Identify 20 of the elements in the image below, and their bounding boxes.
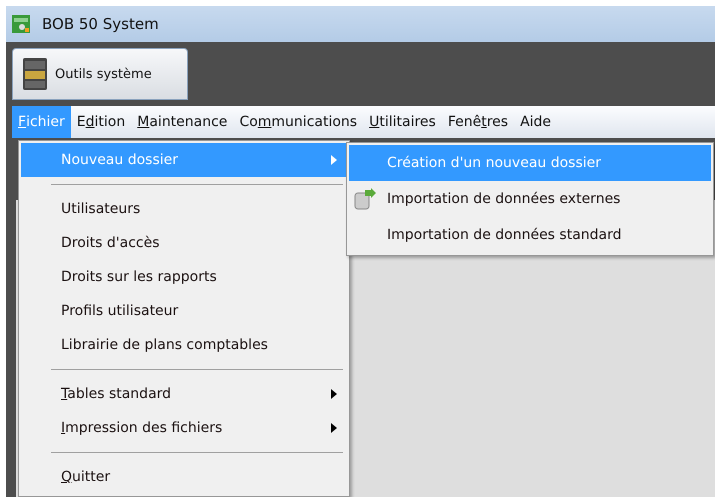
menu-item[interactable]: Droits d'accès — [21, 226, 347, 260]
menu-item[interactable]: Utilitaires — [363, 106, 442, 138]
menu-item[interactable]: Droits sur les rapports — [21, 260, 347, 294]
menu-item[interactable]: Edition — [70, 106, 132, 138]
menu-item[interactable]: Impression des fichiers — [21, 411, 347, 445]
menu-item[interactable]: Maintenance — [131, 106, 234, 138]
filing-cabinet-icon — [21, 57, 49, 91]
tab[interactable]: Outils système — [12, 48, 188, 100]
menu-item[interactable]: Quitter — [21, 460, 347, 494]
menu-item[interactable]: Tables standard — [21, 377, 347, 411]
menu-item[interactable]: Profils utilisateur — [21, 294, 347, 328]
menu-item[interactable]: Librairie de plans comptables — [21, 328, 347, 362]
menu-item[interactable]: Utilisateurs — [21, 192, 347, 226]
menu-item[interactable]: Importation de données externes — [349, 181, 711, 217]
window-title: BOB 50 System — [42, 15, 159, 33]
app-logo-icon — [12, 15, 30, 33]
menu-item[interactable]: Importation de données standard — [349, 217, 711, 253]
menu-item[interactable]: Communications — [233, 106, 364, 138]
menu-item[interactable]: Aide — [514, 106, 558, 138]
menu-item[interactable]: Fenêtres — [442, 106, 514, 138]
